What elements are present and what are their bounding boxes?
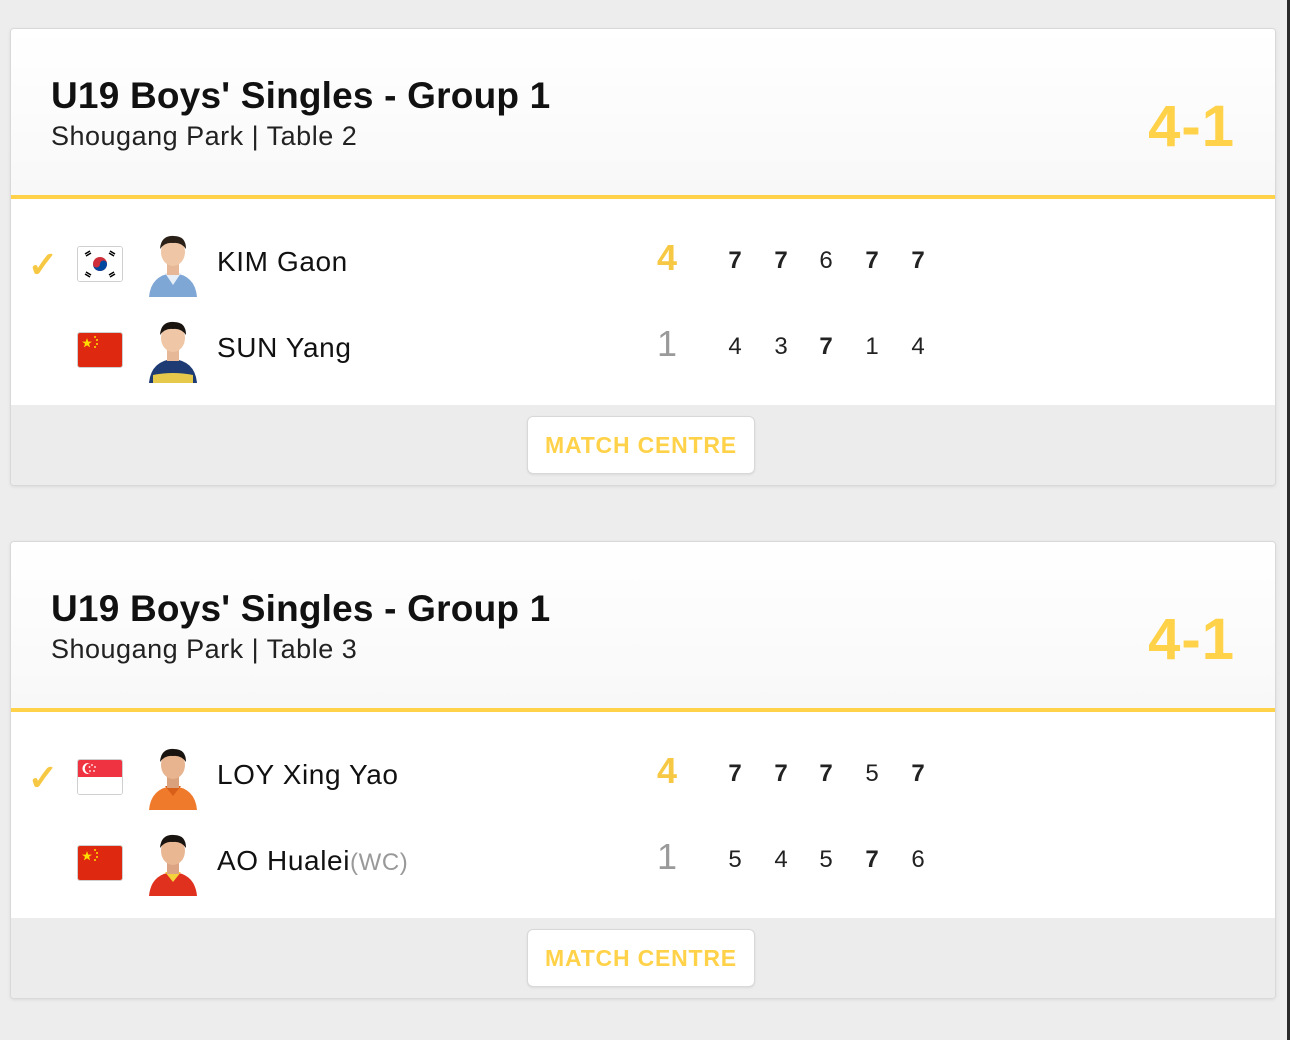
- games-won: 1: [656, 836, 678, 877]
- set-score: 3: [774, 333, 788, 360]
- games-won: 4: [656, 237, 678, 278]
- set-score: 4: [728, 333, 742, 360]
- china-flag-icon: [77, 845, 123, 881]
- match-card: U19 Boys' Singles - Group 1 Shougang Par…: [10, 28, 1276, 486]
- set-score: 5: [865, 760, 879, 787]
- set-score: 1: [865, 333, 879, 360]
- match-header: U19 Boys' Singles - Group 1 Shougang Par…: [11, 542, 1275, 712]
- winner-check-icon: ✓: [27, 244, 59, 285]
- china-flag-icon: [77, 332, 123, 368]
- avatar: [143, 740, 203, 810]
- set-score: 6: [911, 846, 925, 873]
- set-score: 7: [865, 846, 879, 873]
- set-score: 4: [774, 846, 788, 873]
- set-score: 7: [911, 247, 925, 274]
- player-name[interactable]: AO Hualei(WC): [217, 845, 408, 877]
- match-venue: Shougang Park | Table 3: [51, 634, 358, 664]
- match-score: 4-1: [1148, 607, 1235, 672]
- set-score: 7: [728, 760, 742, 787]
- set-score: 7: [819, 760, 833, 787]
- set-score: 7: [819, 333, 833, 360]
- korea-flag-icon: [77, 246, 123, 282]
- match-title: U19 Boys' Singles - Group 1: [51, 588, 551, 629]
- player-row: ✓: [11, 740, 1275, 826]
- players-list: ✓: [11, 712, 1275, 918]
- player-name[interactable]: KIM Gaon: [217, 246, 348, 278]
- games-won: 4: [656, 750, 678, 791]
- player-row: AO Hualei(WC) 1 5 4 5 7 6: [11, 826, 1275, 912]
- match-centre-button[interactable]: MATCH CENTRE: [527, 929, 755, 987]
- match-header: U19 Boys' Singles - Group 1 Shougang Par…: [11, 29, 1275, 199]
- match-venue: Shougang Park | Table 2: [51, 121, 358, 151]
- player-row: SUN Yang 1 4 3 7 1 4: [11, 313, 1275, 399]
- player-name[interactable]: SUN Yang: [217, 332, 352, 364]
- singapore-flag-icon: [77, 759, 123, 795]
- avatar: [143, 227, 203, 297]
- avatar: [143, 826, 203, 896]
- match-centre-button[interactable]: MATCH CENTRE: [527, 416, 755, 474]
- set-score: 7: [911, 760, 925, 787]
- set-score: 7: [774, 247, 788, 274]
- games-won: 1: [656, 323, 678, 364]
- set-score: 5: [819, 846, 833, 873]
- set-score: 7: [774, 760, 788, 787]
- match-footer: MATCH CENTRE: [11, 405, 1275, 485]
- avatar: [143, 313, 203, 383]
- set-score: 5: [728, 846, 742, 873]
- set-score: 6: [819, 247, 833, 274]
- set-score: 7: [865, 247, 879, 274]
- set-score: 4: [911, 333, 925, 360]
- winner-check-icon: ✓: [27, 757, 59, 798]
- match-score: 4-1: [1148, 94, 1235, 159]
- players-list: ✓: [11, 199, 1275, 405]
- match-title: U19 Boys' Singles - Group 1: [51, 75, 551, 116]
- player-name[interactable]: LOY Xing Yao: [217, 759, 399, 791]
- match-footer: MATCH CENTRE: [11, 918, 1275, 998]
- set-score: 7: [728, 247, 742, 274]
- match-card: U19 Boys' Singles - Group 1 Shougang Par…: [10, 541, 1276, 999]
- player-row: ✓: [11, 227, 1275, 313]
